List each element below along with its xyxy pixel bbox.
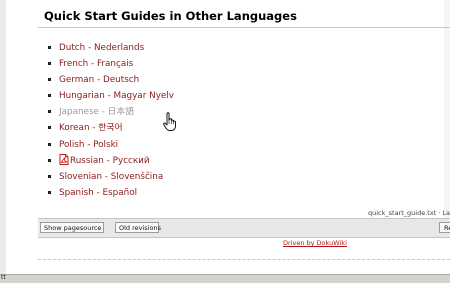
link-spanish[interactable]: Spanish - Español: [59, 188, 137, 198]
link-russian[interactable]: Russian - Русский: [70, 156, 150, 166]
recent-changes-button[interactable]: Re: [439, 222, 450, 233]
window-right-edge: [444, 0, 450, 230]
old-revisions-button[interactable]: Old revisions: [115, 222, 161, 233]
window-left-edge: [0, 0, 6, 282]
list-item: Slovenian - Slovenščina: [45, 169, 174, 185]
hand-pointer-icon: [163, 112, 176, 131]
list-item: Korean - 한국어: [45, 120, 174, 136]
title-divider: [38, 27, 450, 28]
list-item: Spanish - Español: [45, 185, 174, 201]
list-item: German - Deutsch: [45, 72, 174, 88]
link-polish[interactable]: Polish - Polski: [59, 140, 118, 150]
show-pagesource-button[interactable]: Show pagesource: [40, 222, 104, 233]
list-item: Dutch - Nederlands: [45, 40, 174, 56]
link-german[interactable]: German - Deutsch: [59, 75, 139, 85]
page-title: Quick Start Guides in Other Languages: [44, 9, 297, 23]
link-dutch[interactable]: Dutch - Nederlands: [59, 43, 144, 53]
language-list: Dutch - Nederlands French - Français Ger…: [45, 40, 174, 201]
pdf-file-icon: [59, 153, 69, 165]
list-item: Polish - Polski: [45, 137, 174, 153]
list-item: Hungarian - Magyar Nyelv: [45, 88, 174, 104]
list-item: Japanese - 日本語: [45, 104, 174, 120]
driven-by-link[interactable]: Driven by DokuWiki: [283, 239, 347, 247]
link-hungarian[interactable]: Hungarian - Magyar Nyelv: [59, 91, 174, 101]
footer-divider: [38, 259, 450, 260]
link-korean[interactable]: Korean - 한국어: [59, 123, 123, 133]
list-item: Russian - Русский: [45, 153, 174, 169]
status-text: tt: [1, 274, 6, 281]
link-slovenian[interactable]: Slovenian - Slovenščina: [59, 172, 163, 182]
file-info: quick_start_guide.txt · La: [368, 209, 450, 217]
link-japanese[interactable]: Japanese - 日本語: [59, 107, 134, 117]
action-bar: Show pagesource Old revisions Re: [38, 218, 450, 238]
link-french[interactable]: French - Français: [59, 59, 133, 69]
list-item: French - Français: [45, 56, 174, 72]
